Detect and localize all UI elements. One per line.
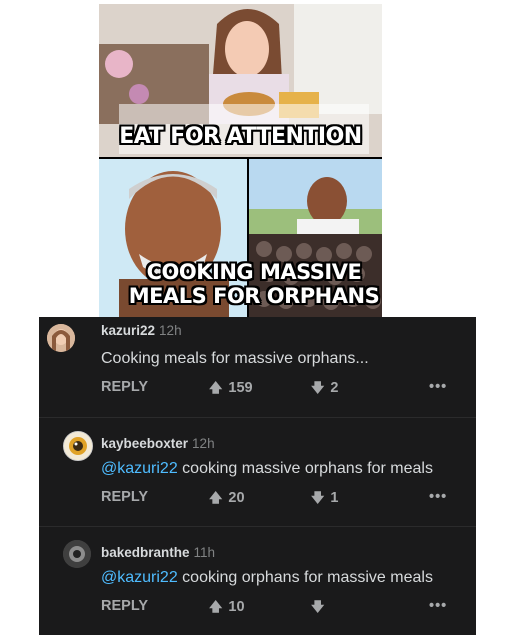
upvote-arrow-icon: 🡅	[209, 380, 223, 395]
downvote-button[interactable]: 🡇 1	[311, 489, 338, 511]
comment-age: 12h	[192, 436, 215, 451]
comment-text: cooking orphans for massive meals	[177, 569, 433, 586]
username[interactable]: kaybeeboxter	[101, 436, 188, 451]
username[interactable]: bakedbranthe	[101, 545, 190, 560]
downvote-count: 2	[330, 380, 339, 396]
comment-author[interactable]: bakedbranthe 11h	[101, 545, 215, 560]
downvote-button[interactable]: 🡇 2	[311, 379, 338, 401]
upvote-button[interactable]: 🡅 20	[209, 489, 245, 511]
comment-text: Cooking meals for massive orphans...	[101, 350, 369, 367]
meme-caption-top: EAT FOR ATTENTION	[119, 124, 362, 149]
downvote-count: 1	[330, 490, 339, 506]
avatar[interactable]	[63, 540, 91, 568]
reply-button[interactable]: REPLY	[101, 489, 148, 505]
comment-author[interactable]: kazuri22 12h	[101, 323, 182, 338]
upvote-arrow-icon: 🡅	[209, 490, 223, 505]
username[interactable]: kazuri22	[101, 323, 155, 338]
comment-actions: REPLY 🡅 20 🡇 1 •••	[101, 489, 451, 509]
comment: kaybeeboxter 12h @kazuri22 cooking massiv…	[39, 417, 476, 526]
comment-actions: REPLY 🡅 159 🡇 2 •••	[101, 379, 451, 399]
downvote-arrow-icon: 🡇	[311, 380, 325, 395]
downvote-arrow-icon: 🡇	[311, 599, 325, 614]
upvote-arrow-icon: 🡅	[209, 599, 223, 614]
reply-button[interactable]: REPLY	[101, 598, 148, 614]
comment-body: Cooking meals for massive orphans...	[101, 350, 369, 368]
upvote-count: 10	[228, 599, 245, 615]
upvote-count: 20	[228, 490, 245, 506]
comment-text: cooking massive orphans for meals	[177, 460, 433, 477]
downvote-arrow-icon: 🡇	[311, 490, 325, 505]
reply-button[interactable]: REPLY	[101, 379, 148, 395]
comment-body: @kazuri22 cooking orphans for massive me…	[101, 569, 433, 587]
meme-image: EAT FOR ATTENTION COOKING MASSIVE MEALS …	[99, 4, 382, 317]
avatar[interactable]	[63, 431, 93, 461]
comment-thread: kazuri22 12h Cooking meals for massive or…	[39, 317, 476, 635]
comment-age: 11h	[193, 545, 216, 560]
comment: kazuri22 12h Cooking meals for massive or…	[39, 317, 476, 415]
comment-body: @kazuri22 cooking massive orphans for me…	[101, 460, 433, 478]
more-options-icon[interactable]: •••	[429, 598, 447, 614]
comment-age: 12h	[159, 323, 182, 338]
more-options-icon[interactable]: •••	[429, 489, 447, 505]
upvote-count: 159	[228, 380, 253, 396]
comment-author[interactable]: kaybeeboxter 12h	[101, 436, 215, 451]
more-options-icon[interactable]: •••	[429, 379, 447, 395]
upvote-button[interactable]: 🡅 159	[209, 379, 253, 401]
comment: bakedbranthe 11h @kazuri22 cooking orphan…	[39, 526, 476, 636]
avatar[interactable]	[47, 324, 75, 352]
comment-actions: REPLY 🡅 10 🡇 •••	[101, 598, 451, 618]
downvote-button[interactable]: 🡇	[311, 598, 330, 620]
mention-link[interactable]: @kazuri22	[101, 569, 178, 586]
mention-link[interactable]: @kazuri22	[101, 460, 178, 477]
upvote-button[interactable]: 🡅 10	[209, 598, 245, 620]
meme-caption-bottom: COOKING MASSIVE MEALS FOR ORPHANS	[128, 260, 380, 308]
